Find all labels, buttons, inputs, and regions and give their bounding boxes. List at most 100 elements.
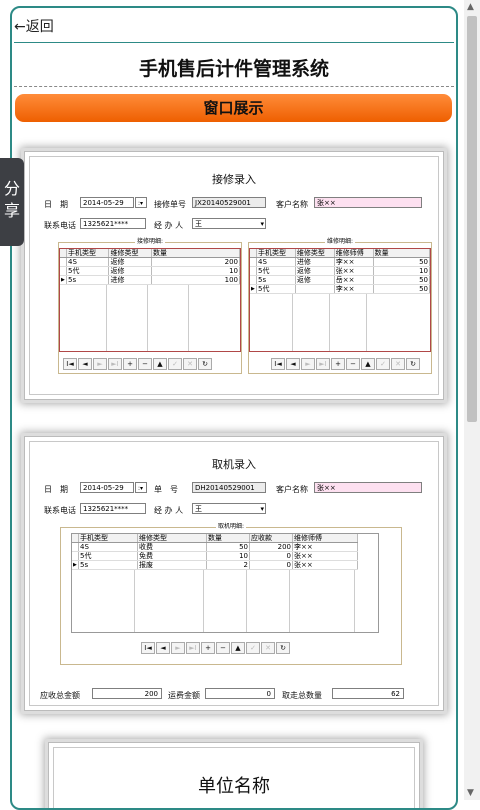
- intake-detail-group: 接修明细: 手机类型 维修类型 数量 4S 返修 200 5代 返修 10 ▶ 5s 进修 100…: [58, 238, 242, 374]
- shipping-field[interactable]: 0: [205, 688, 275, 699]
- edit-record-button[interactable]: ▲: [231, 642, 245, 654]
- scroll-up-icon[interactable]: ▲: [467, 2, 474, 12]
- phone-label: 联系电话: [44, 506, 76, 515]
- form-window: 单位名称: [53, 747, 415, 808]
- grid-line: [354, 570, 355, 632]
- edit-record-button[interactable]: ▲: [153, 358, 167, 370]
- date-spinner[interactable]: :▾: [135, 197, 147, 208]
- date-field[interactable]: 2014-05-29: [80, 197, 134, 208]
- col-header: 手机类型: [256, 249, 296, 258]
- last-record-button[interactable]: ►I: [316, 358, 330, 370]
- form-title: 单位名称: [198, 776, 270, 797]
- delete-record-button[interactable]: −: [346, 358, 360, 370]
- page-title: 手机售后计件管理系统: [138, 58, 329, 80]
- phone-field[interactable]: 1325621****: [80, 503, 146, 514]
- handler-value: 王: [195, 505, 202, 513]
- order-field[interactable]: DH20140529001: [192, 482, 266, 493]
- table-row[interactable]: ▶ 5s 报废 2 0 张××: [72, 560, 358, 570]
- edit-record-button[interactable]: ▲: [361, 358, 375, 370]
- cancel-record-button[interactable]: ✕: [391, 358, 405, 370]
- cancel-record-button[interactable]: ✕: [183, 358, 197, 370]
- prev-record-button[interactable]: ◄: [156, 642, 170, 654]
- grid-line: [366, 294, 367, 351]
- scroll-down-icon[interactable]: ▼: [467, 788, 474, 798]
- date-label: 日 期: [44, 485, 68, 494]
- add-record-button[interactable]: +: [331, 358, 345, 370]
- share-label: 分享: [3, 179, 20, 220]
- next-record-button[interactable]: ►: [301, 358, 315, 370]
- order-label: 接修单号: [154, 200, 186, 209]
- table-row[interactable]: ▶ 5代 李×× 50: [250, 284, 430, 294]
- add-record-button[interactable]: +: [201, 642, 215, 654]
- phone-field[interactable]: 1325621****: [80, 218, 146, 229]
- table-row[interactable]: 5代 返修 10: [60, 266, 240, 276]
- order-field[interactable]: JX20140529001: [192, 197, 266, 208]
- table-row[interactable]: ▶ 5s 进修 100: [60, 275, 240, 285]
- next-record-button[interactable]: ►: [171, 642, 185, 654]
- handler-select[interactable]: 王 ▾: [192, 218, 266, 229]
- add-record-button[interactable]: +: [123, 358, 137, 370]
- handler-select[interactable]: 王 ▾: [192, 503, 266, 514]
- customer-field[interactable]: 张××: [314, 482, 422, 493]
- form-window: 接修录入 日 期 2014-05-29 :▾ 接修单号 JX2014052900…: [29, 156, 439, 395]
- shipping-label: 运费金额: [168, 691, 200, 700]
- refresh-button[interactable]: ↻: [198, 358, 212, 370]
- col-header: 应收款: [249, 534, 293, 543]
- grid-nav-bar: I◄ ◄ ► ►I + − ▲ ✓ ✕ ↻: [63, 358, 212, 370]
- date-field[interactable]: 2014-05-29: [80, 482, 134, 493]
- pickup-detail-grid[interactable]: 手机类型 维修类型 数量 应收款 维修师傅 4S 收费 50 200 李×× 5代 免费 10 0 张×…: [71, 533, 379, 633]
- pickup-detail-caption: 取机明细:: [215, 523, 247, 530]
- pickup-total-field[interactable]: 62: [332, 688, 404, 699]
- table-row[interactable]: 4S 返修 200: [60, 257, 240, 267]
- delete-record-button[interactable]: −: [216, 642, 230, 654]
- last-record-button[interactable]: ►I: [108, 358, 122, 370]
- back-link[interactable]: ←返回: [14, 16, 54, 36]
- scrollbar-thumb[interactable]: [467, 16, 477, 422]
- screenshot-repair-intake: 接修录入 日 期 2014-05-29 :▾ 接修单号 JX2014052900…: [24, 151, 444, 400]
- repair-detail-caption: 维修明细:: [324, 238, 356, 245]
- pickup-detail-group: 取机明细: 手机类型 维修类型 数量 应收款 维修师傅 4S 收费 50 200 李×× 5代免…: [60, 523, 402, 665]
- refresh-button[interactable]: ↻: [406, 358, 420, 370]
- form-window: 取机录入 日 期 2014-05-29 :▾ 单 号 DH20140529001…: [29, 441, 439, 706]
- screenshot-pickup-entry: 取机录入 日 期 2014-05-29 :▾ 单 号 DH20140529001…: [24, 436, 444, 711]
- post-record-button[interactable]: ✓: [168, 358, 182, 370]
- first-record-button[interactable]: I◄: [141, 642, 155, 654]
- col-header: 手机类型: [78, 534, 138, 543]
- total-receivable-field[interactable]: 200: [92, 688, 162, 699]
- refresh-button[interactable]: ↻: [276, 642, 290, 654]
- table-row[interactable]: 5s 返修 岳×× 50: [250, 275, 430, 285]
- prev-record-button[interactable]: ◄: [78, 358, 92, 370]
- date-spinner[interactable]: :▾: [135, 482, 147, 493]
- customer-field[interactable]: 张××: [314, 197, 422, 208]
- cancel-record-button[interactable]: ✕: [261, 642, 275, 654]
- grid-line: [134, 570, 135, 632]
- handler-label: 经 办 人: [154, 506, 184, 515]
- post-record-button[interactable]: ✓: [246, 642, 260, 654]
- page-frame: ←返回 手机售后计件管理系统 窗口展示 接修录入 日 期 2014-05-29 …: [10, 6, 458, 810]
- share-button[interactable]: 分享: [0, 158, 24, 246]
- scrollbar[interactable]: ▲ ▼: [464, 0, 480, 800]
- prev-record-button[interactable]: ◄: [286, 358, 300, 370]
- handler-label: 经 办 人: [154, 221, 184, 230]
- table-row[interactable]: 4S 进修 李×× 50: [250, 257, 430, 267]
- repair-detail-grid[interactable]: 手机类型 维修类型 维修师傅 数量 4S 进修 李×× 50 5代 返修 张×× 10 5s 返修岳…: [249, 248, 431, 352]
- intake-detail-caption: 接修明细:: [134, 238, 166, 245]
- last-record-button[interactable]: ►I: [186, 642, 200, 654]
- delete-record-button[interactable]: −: [138, 358, 152, 370]
- post-record-button[interactable]: ✓: [376, 358, 390, 370]
- divider-dashed: [14, 86, 454, 87]
- col-header: 维修类型: [137, 534, 207, 543]
- intake-detail-grid[interactable]: 手机类型 维修类型 数量 4S 返修 200 5代 返修 10 ▶ 5s 进修 100: [59, 248, 241, 352]
- col-header: 维修师傅: [292, 534, 358, 543]
- divider: [14, 42, 454, 43]
- table-row[interactable]: 4S 收费 50 200 李××: [72, 542, 358, 552]
- first-record-button[interactable]: I◄: [63, 358, 77, 370]
- grid-line: [106, 285, 107, 351]
- col-header: 维修类型: [108, 249, 152, 258]
- customer-label: 客户名称: [276, 200, 308, 209]
- table-row[interactable]: 5代 返修 张×× 10: [250, 266, 430, 276]
- grid-line: [203, 570, 204, 632]
- first-record-button[interactable]: I◄: [271, 358, 285, 370]
- next-record-button[interactable]: ►: [93, 358, 107, 370]
- table-row[interactable]: 5代 免费 10 0 张××: [72, 551, 358, 561]
